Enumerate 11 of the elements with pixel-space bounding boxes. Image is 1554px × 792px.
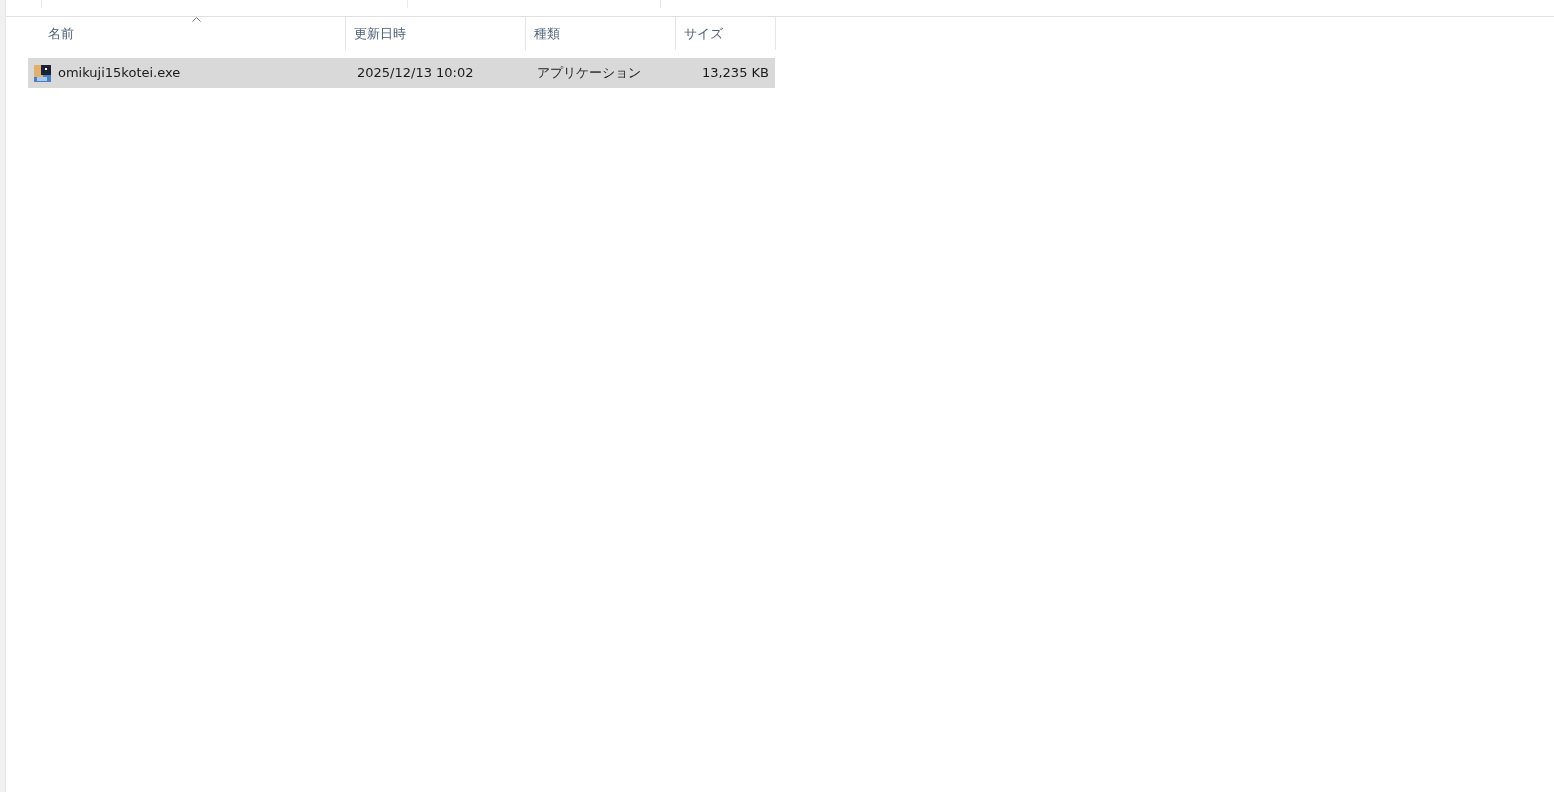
- file-row[interactable]: omikuji15kotei.exe 2025/12/13 10:02 アプリケーション 13,235 KB: [28, 58, 775, 88]
- sort-ascending-icon: [192, 17, 201, 22]
- column-header[interactable]: 更新日時: [346, 17, 526, 50]
- file-name: omikuji15kotei.exe: [58, 64, 181, 83]
- file-size: 13,235 KB: [700, 64, 770, 83]
- file-type: アプリケーション: [536, 64, 642, 83]
- application-icon: [33, 63, 52, 83]
- modified-date: 2025/12/13 10:02: [356, 64, 475, 83]
- column-header[interactable]: サイズ: [676, 17, 776, 50]
- column-header[interactable]: 種類: [526, 17, 676, 50]
- column-header[interactable]: 名前: [28, 17, 346, 50]
